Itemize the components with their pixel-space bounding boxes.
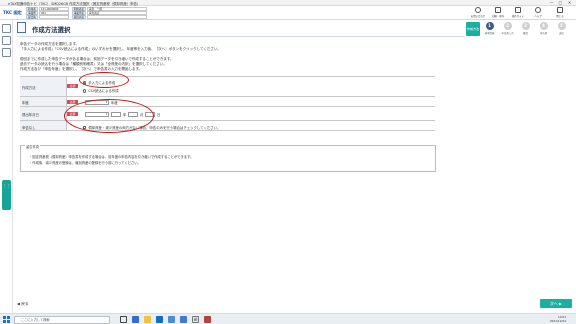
tool-label: お問い合わせ [470, 15, 486, 18]
day-unit: 日 [157, 113, 161, 117]
step-label: 確認 [523, 32, 528, 35]
tool-label: 閉じる [556, 15, 564, 18]
headset-icon [475, 7, 481, 13]
taskbar: ここに入力して検索 el 10:01 2021/12/24 [0, 313, 576, 324]
step-item: 3 確認 [518, 22, 533, 39]
back-button[interactable]: ◀ 戻る [17, 301, 29, 307]
heading-divider [17, 36, 464, 37]
required-badge: 必須 [67, 84, 78, 89]
info-label: 提出先 [26, 15, 38, 19]
exit-button[interactable]: 閉じる [552, 7, 568, 20]
header-toolbar: お問い合わせ 印刷・保存 操作ガイド ヘルプ 閉じる [464, 6, 576, 20]
annotation-ellipse [79, 72, 129, 88]
back-label: 戻る [21, 301, 29, 306]
info-label: 提出先名 [72, 15, 86, 19]
list-icon[interactable] [2, 48, 11, 57]
info-row: 提出先 提出先名 [26, 15, 147, 19]
side-panel-toggle[interactable]: ⋮⋮ [2, 180, 11, 210]
help-button[interactable]: ヘルプ [530, 7, 546, 20]
radio-button[interactable] [83, 89, 87, 93]
next-button[interactable]: 次へ ▶ [540, 299, 572, 308]
notes-box: 留意事項 ・固定資産税（償却資産）申告書を作成する場合は、前年度の申告内容を引き… [20, 144, 436, 172]
app-icon[interactable] [180, 316, 187, 323]
document-icon[interactable] [2, 36, 11, 45]
step-item: 4 申告書 [536, 22, 551, 39]
tool-label: 操作ガイド [512, 15, 524, 18]
notes-line: ・固定資産税（償却資産）申告書を作成する場合は、前年度の申告内容を引き継いで作成… [29, 155, 194, 159]
app-header: TKC 固定 利用者 121-0000000 利用者名 青色 一郎 事業所 00… [0, 6, 576, 20]
next-label: 次へ [550, 301, 558, 306]
step-indicator: 作成方法 1 基本情報 2 申告書入力 3 確認 4 申告書 5 送信 [464, 20, 576, 40]
radio-option[interactable]: CSV読込による作成 [83, 88, 119, 93]
step-item: 5 送信 [554, 22, 569, 39]
windows-start-icon[interactable] [3, 316, 10, 323]
exit-icon [557, 7, 563, 13]
notes-line: ・作成後、減少資産の登録は、増加資産の登録を行う前に行ってください。 [29, 161, 141, 165]
notes-title: 留意事項 [25, 144, 40, 149]
store-icon[interactable] [168, 316, 175, 323]
task-view-icon[interactable] [120, 316, 127, 323]
etax-app-icon[interactable]: el [192, 316, 199, 323]
mail-icon[interactable] [156, 316, 163, 323]
step-current: 作成方法 [466, 22, 480, 36]
clock-date: 2021/12/24 [549, 319, 566, 323]
field-label: 提出年月日 [20, 107, 67, 120]
book-icon [515, 7, 521, 13]
taskbar-search-input[interactable]: ここに入力して検索 [14, 315, 110, 324]
folder-icon[interactable] [144, 316, 151, 323]
inquiry-button[interactable]: お問い合わせ [470, 7, 486, 20]
page-document-icon [17, 22, 26, 33]
info-value [39, 15, 69, 19]
step-number: 2 [503, 22, 512, 30]
system-tray: 10:01 2021/12/24 [492, 315, 572, 324]
tool-label: ヘルプ [534, 15, 542, 18]
left-sidebar: ⋮⋮ [0, 20, 13, 316]
app-logo: TKC 固定 [3, 10, 22, 15]
field-label: 申告なし [20, 121, 67, 130]
printer-icon [495, 7, 501, 13]
question-icon [535, 7, 541, 13]
field-label: 年度 [20, 97, 67, 106]
chevron-right-icon: ▶ [557, 301, 562, 306]
print-save-button[interactable]: 印刷・保存 [490, 7, 506, 20]
step-number: 5 [557, 22, 566, 30]
instruction-line: 「手入力による作成」「CSV読込による作成」のいずれかを選択し、年度等を入力後、… [20, 47, 221, 51]
step-item: 1 基本情報 [482, 22, 497, 39]
step-number: 1 [485, 22, 494, 30]
step-item: 2 申告書入力 [500, 22, 515, 39]
step-number: 3 [521, 22, 530, 30]
radio-label: CSV読込による作成 [88, 89, 119, 93]
tool-label: 印刷・保存 [492, 15, 504, 18]
page-title: 作成方法選択 [32, 26, 71, 34]
guide-button[interactable]: 操作ガイド [510, 7, 526, 20]
step-label: 申告書入力 [501, 32, 514, 35]
browser-icon[interactable] [132, 316, 139, 323]
info-value [87, 15, 147, 19]
step-label: 基本情報 [484, 32, 495, 35]
menu-icon[interactable] [2, 24, 11, 33]
field-label: 作成方法 [20, 77, 67, 96]
step-label: 申告書 [539, 32, 548, 35]
step-label: 送信 [559, 32, 564, 35]
annotation-ellipse [64, 99, 154, 133]
clock[interactable]: 10:01 2021/12/24 [550, 315, 566, 323]
app-icon[interactable] [204, 316, 211, 323]
step-number: 4 [539, 22, 548, 30]
instruction-line: 作成方法及び「申告年度」を選択し、［次へ］で申告書の入力を開始します。 [20, 67, 143, 71]
